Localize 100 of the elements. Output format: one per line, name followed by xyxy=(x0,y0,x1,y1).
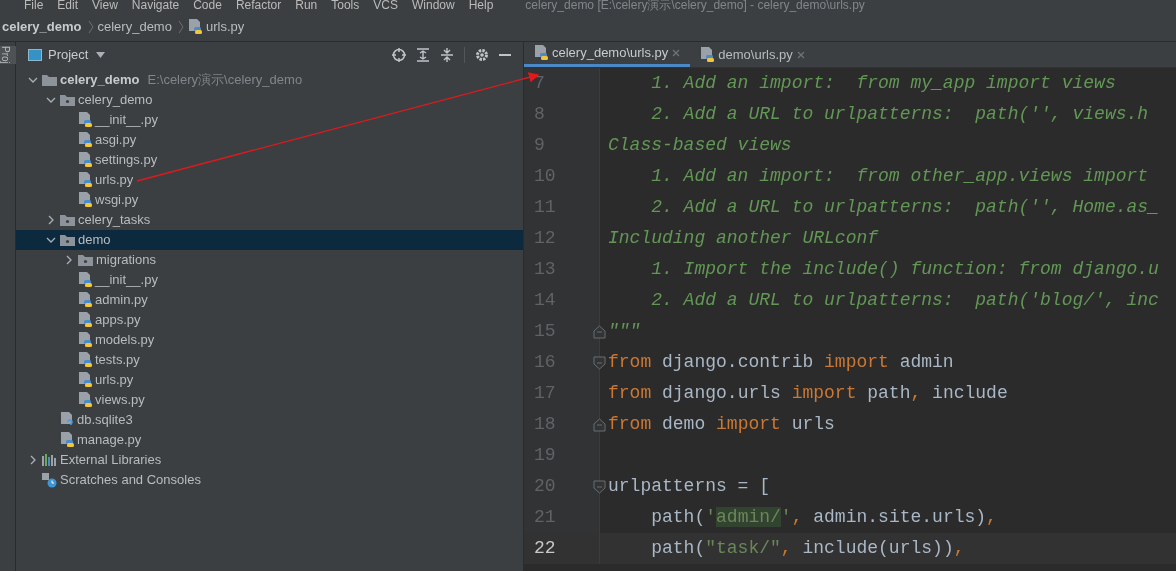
item-label: urls.py xyxy=(95,371,134,390)
fold-marker-icon[interactable] xyxy=(593,417,606,432)
chevron-down-icon[interactable] xyxy=(46,235,56,245)
tree-item[interactable]: Scratches and Consoles xyxy=(16,470,523,490)
panel-title[interactable]: Project xyxy=(48,45,89,65)
tree-item[interactable]: urls.py xyxy=(16,170,523,190)
item-label: settings.py xyxy=(95,151,158,170)
python-file-icon xyxy=(78,312,92,328)
menu-item[interactable]: Refactor xyxy=(235,0,282,12)
item-label: tests.py xyxy=(95,351,140,370)
libraries-icon xyxy=(42,454,57,466)
menu-item[interactable]: Code xyxy=(193,0,222,12)
folder-icon xyxy=(60,234,75,246)
menu-item[interactable]: Navigate xyxy=(131,0,180,12)
item-label: __init__.py xyxy=(95,111,158,130)
breadcrumb-item[interactable]: celery_demo xyxy=(2,16,82,37)
folder-icon xyxy=(60,94,75,106)
caret-icon[interactable] xyxy=(96,52,106,58)
item-path: E:\celery演示\celery_demo xyxy=(147,71,303,90)
menu-item[interactable]: File xyxy=(24,0,44,12)
tree-item[interactable]: celery_demo xyxy=(16,90,523,110)
fold-marker-icon[interactable] xyxy=(593,324,606,339)
code-line: from django.contrib import admin xyxy=(607,351,954,374)
item-label: Scratches and Consoles xyxy=(60,471,201,490)
folder-icon xyxy=(60,214,75,226)
menu-item[interactable]: Tools xyxy=(331,0,360,12)
chevron-down-icon[interactable] xyxy=(46,95,56,105)
tree-item[interactable]: celery_demo E:\celery演示\celery_demo xyxy=(16,70,523,90)
tree-item[interactable]: admin.py xyxy=(16,290,523,310)
menu-item[interactable]: Help xyxy=(468,0,494,12)
settings-icon[interactable] xyxy=(475,48,489,62)
tree-item[interactable]: views.py xyxy=(16,390,523,410)
collapse-all-icon[interactable] xyxy=(440,48,454,62)
tree-item[interactable]: celery_tasks xyxy=(16,210,523,230)
item-label: manage.py xyxy=(77,431,142,450)
tree-item[interactable]: apps.py xyxy=(16,310,523,330)
item-label: asgi.py xyxy=(95,131,137,150)
code-line: 1. Add an import: from my_app import views xyxy=(650,72,1116,95)
chevron-down-icon[interactable] xyxy=(28,75,38,85)
tree-item[interactable]: db.sqlite3 xyxy=(16,410,523,430)
item-label: celery_tasks xyxy=(78,211,151,230)
tree-item[interactable]: migrations xyxy=(16,250,523,270)
tree-item[interactable]: __init__.py xyxy=(16,110,523,130)
item-label: __init__.py xyxy=(95,271,158,290)
item-label: External Libraries xyxy=(60,451,162,470)
tree-item[interactable]: settings.py xyxy=(16,150,523,170)
python-file-icon xyxy=(78,372,92,388)
code-line: path('admin/', admin.site.urls), xyxy=(650,506,997,529)
item-label: views.py xyxy=(95,391,145,410)
folder-icon xyxy=(78,254,93,266)
breadcrumb-item[interactable]: celery_demo xyxy=(97,16,172,37)
fold-marker-icon[interactable] xyxy=(593,355,606,370)
editor-tab[interactable]: celery_demo\urls.py xyxy=(524,42,691,67)
folder-icon xyxy=(42,74,57,86)
item-label: migrations xyxy=(96,251,156,270)
chevron-right-icon[interactable] xyxy=(64,255,74,265)
tree-item[interactable]: tests.py xyxy=(16,350,523,370)
tree-item[interactable]: manage.py xyxy=(16,430,523,450)
unknown-file-icon xyxy=(60,412,74,428)
expand-all-icon[interactable] xyxy=(416,48,430,62)
python-file-icon xyxy=(78,112,92,128)
python-file-icon xyxy=(78,332,92,348)
tree-item[interactable]: demo xyxy=(16,230,523,250)
tree-item[interactable]: models.py xyxy=(16,330,523,350)
python-file-icon xyxy=(78,292,92,308)
python-file-icon xyxy=(78,392,92,408)
locate-icon[interactable] xyxy=(392,48,406,62)
chevron-right-icon[interactable] xyxy=(28,455,38,465)
tree-item[interactable]: asgi.py xyxy=(16,130,523,150)
menu-item[interactable]: Window xyxy=(411,0,455,12)
tree-item[interactable]: wsgi.py xyxy=(16,190,523,210)
python-file-icon xyxy=(78,152,92,168)
menu-item[interactable]: Edit xyxy=(57,0,79,12)
breadcrumb-separator-icon xyxy=(87,19,94,34)
code-line: 2. Add a URL to urlpatterns: path('', Home.as_ xyxy=(650,196,1159,219)
line-number: 22 xyxy=(533,537,556,560)
scratches-icon xyxy=(42,472,57,488)
editor-tab[interactable]: demo\urls.py xyxy=(690,42,815,67)
side-tab[interactable]: Proj xyxy=(0,46,16,64)
code-line: from django.urls import path, include xyxy=(607,382,1008,405)
breadcrumb-separator-icon xyxy=(177,19,184,34)
code-line: 1. Add an import: from other_app.views import xyxy=(650,165,1149,188)
python-file-icon xyxy=(78,192,92,208)
menu-item[interactable]: Run xyxy=(295,0,318,12)
fold-marker-icon[interactable] xyxy=(593,479,606,494)
code-line: Class-based views xyxy=(607,134,792,157)
python-file-icon xyxy=(700,46,715,63)
code-line: Including another URLconf xyxy=(607,227,879,250)
item-label: admin.py xyxy=(95,291,148,310)
breadcrumb-item[interactable]: urls.py xyxy=(205,16,245,37)
menu-item[interactable]: View xyxy=(92,0,118,12)
tree-item[interactable]: urls.py xyxy=(16,370,523,390)
tree-item[interactable]: External Libraries xyxy=(16,450,523,470)
code-line: 1. Import the include() function: from django.u xyxy=(650,258,1159,281)
chevron-right-icon[interactable] xyxy=(46,215,56,225)
code-line: """ xyxy=(607,320,641,343)
tree-item[interactable]: __init__.py xyxy=(16,270,523,290)
python-file-icon xyxy=(78,352,92,368)
python-file-icon xyxy=(78,272,92,288)
menu-item[interactable]: VCS xyxy=(373,0,398,12)
